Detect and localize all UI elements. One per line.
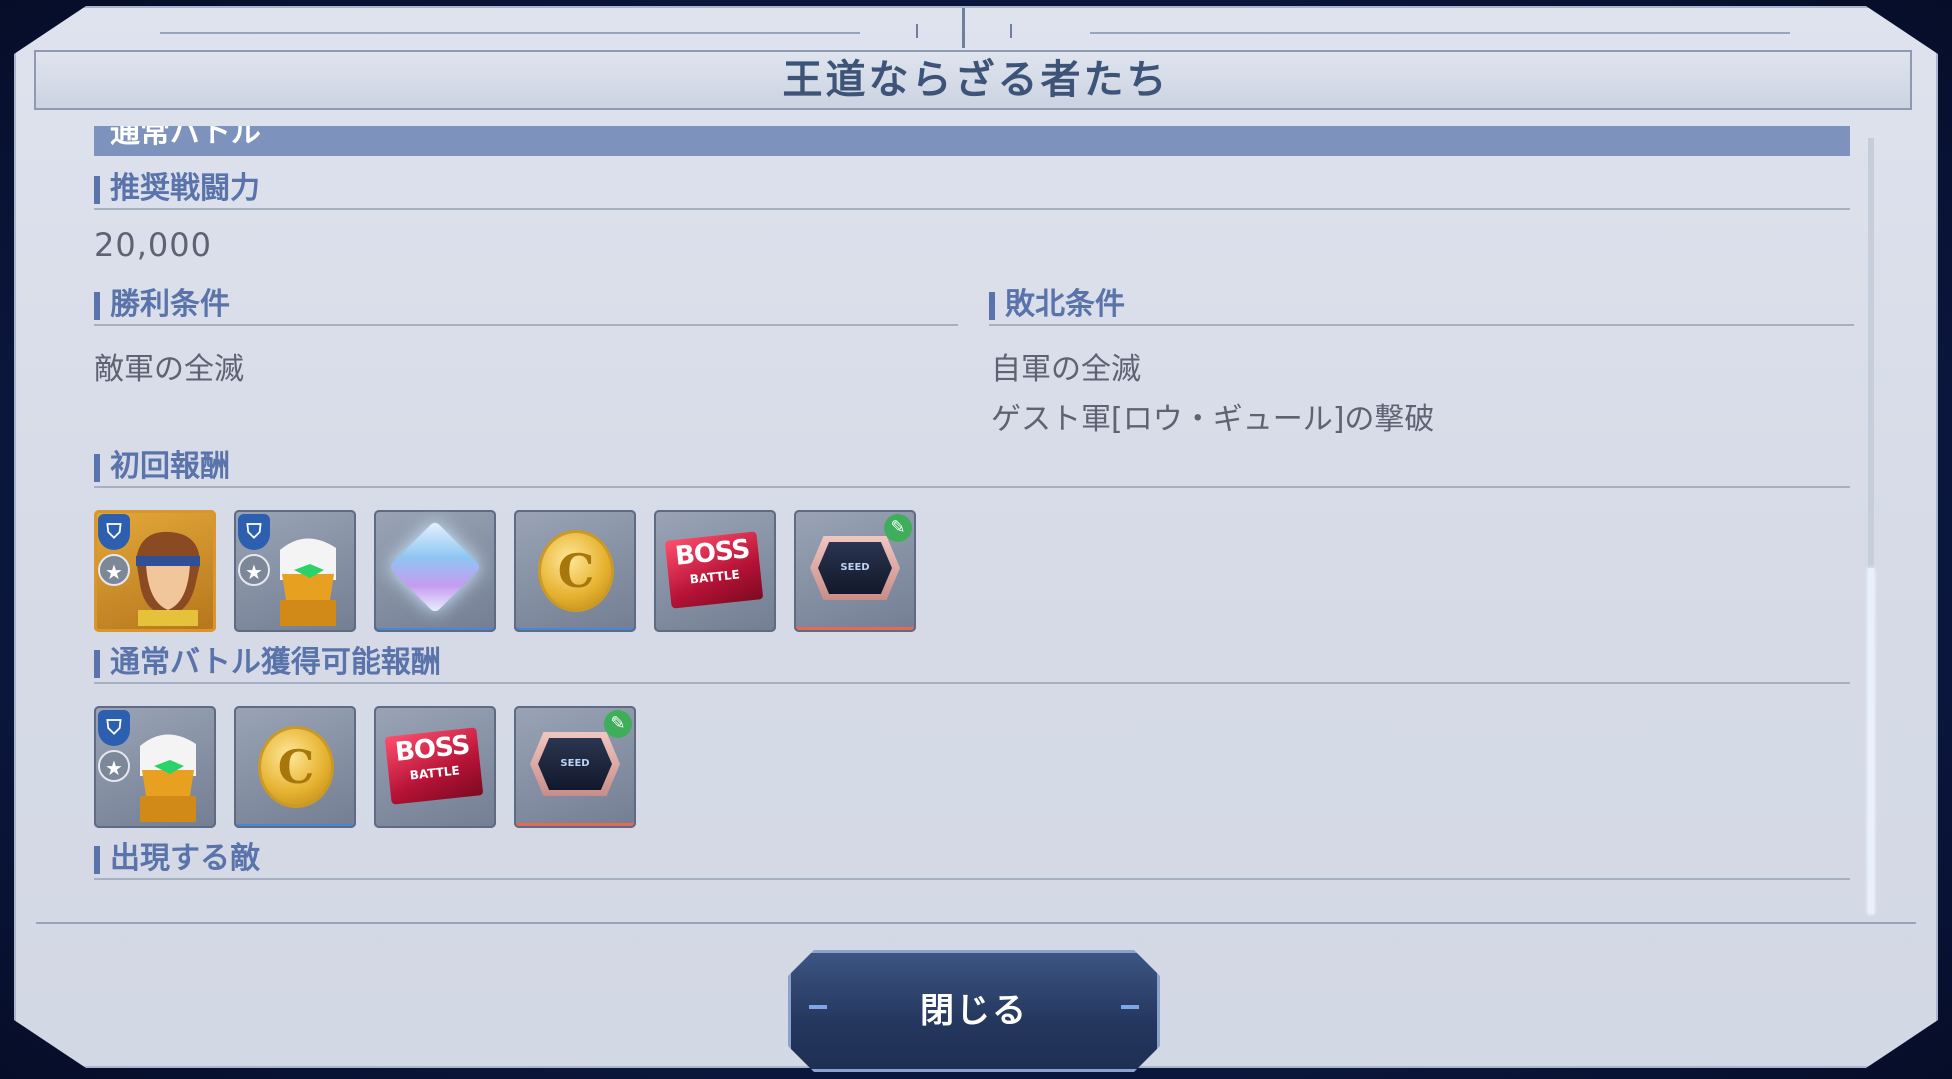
frame-tick bbox=[1010, 24, 1012, 38]
normal-reward-list: ⛉ ★ C BOSS BATTLE SEED ✎ bbox=[94, 706, 636, 828]
reward-item-coin[interactable]: C bbox=[514, 510, 636, 632]
section-label: 勝利条件 bbox=[110, 287, 230, 322]
frame-line-left bbox=[160, 32, 860, 34]
section-normal-reward: 通常バトル獲得可能報酬 bbox=[94, 642, 1850, 684]
robot-unit-icon bbox=[280, 538, 336, 626]
c-coin-icon: C bbox=[258, 726, 334, 808]
boss-battle-ticket-icon: BOSS BATTLE bbox=[384, 727, 484, 805]
section-label: 敗北条件 bbox=[1005, 287, 1125, 322]
section-label: 初回報酬 bbox=[110, 449, 230, 484]
frame-tick bbox=[916, 24, 918, 38]
first-reward-list: ⛉ ★ ⛉ ★ C BOSS BATTLE SEED ✎ bbox=[94, 510, 916, 632]
emblem-inner: SEED bbox=[538, 738, 612, 790]
wrench-badge-icon: ✎ bbox=[884, 514, 912, 542]
reward-item-unit[interactable]: ⛉ ★ bbox=[234, 510, 356, 632]
star-badge-icon: ★ bbox=[98, 554, 130, 586]
shield-badge-icon: ⛉ bbox=[98, 710, 130, 746]
section-label: 通常バトル獲得可能報酬 bbox=[110, 645, 441, 680]
scrollbar-thumb[interactable] bbox=[1868, 568, 1874, 914]
section-marker bbox=[94, 292, 100, 320]
c-coin-icon: C bbox=[538, 530, 614, 612]
victory-condition-text: 敵軍の全滅 bbox=[94, 352, 244, 387]
close-button-label: 閉じる bbox=[920, 991, 1028, 1031]
pilot-character-icon bbox=[136, 531, 200, 626]
emblem-inner: SEED bbox=[818, 542, 892, 594]
reward-item-pilot[interactable]: ⛉ ★ bbox=[94, 510, 216, 632]
recommended-power-value: 20,000 bbox=[94, 226, 212, 264]
section-first-reward: 初回報酬 bbox=[94, 446, 1850, 488]
reward-item-emblem[interactable]: SEED ✎ bbox=[794, 510, 916, 632]
robot-unit-icon bbox=[140, 734, 196, 822]
stage-info-scroll-area[interactable]: 通常バトル 推奨戦闘力 20,000 勝利条件 敵軍の全滅 敗北条件 自軍の全滅… bbox=[76, 122, 1876, 920]
button-accent-left bbox=[809, 1005, 827, 1009]
diamond-gem-icon bbox=[388, 520, 482, 614]
frame-center-tick bbox=[962, 8, 965, 48]
shield-badge-icon: ⛉ bbox=[238, 514, 270, 550]
reward-item-boss-ticket[interactable]: BOSS BATTLE bbox=[654, 510, 776, 632]
section-marker bbox=[94, 454, 100, 482]
section-marker bbox=[94, 650, 100, 678]
button-accent-right bbox=[1121, 1005, 1139, 1009]
section-marker bbox=[94, 846, 100, 874]
section-defeat-condition: 敗北条件 bbox=[989, 284, 1854, 326]
dialog-title: 王道ならざる者たち bbox=[782, 57, 1170, 103]
defeat-condition-text: ゲスト軍[ロウ・ギュール]の撃破 bbox=[991, 402, 1435, 437]
frame-line-right bbox=[1090, 32, 1790, 34]
section-marker bbox=[989, 292, 995, 320]
reward-item-coin[interactable]: C bbox=[234, 706, 356, 828]
section-victory-condition: 勝利条件 bbox=[94, 284, 958, 326]
section-label: 推奨戦闘力 bbox=[110, 171, 260, 206]
section-enemies: 出現する敵 bbox=[94, 838, 1850, 880]
reward-item-gem[interactable] bbox=[374, 510, 496, 632]
reward-item-emblem[interactable]: SEED ✎ bbox=[514, 706, 636, 828]
shield-badge-icon: ⛉ bbox=[98, 514, 130, 550]
wrench-badge-icon: ✎ bbox=[604, 710, 632, 738]
section-marker bbox=[94, 176, 100, 204]
section-label: 出現する敵 bbox=[110, 841, 260, 876]
star-badge-icon: ★ bbox=[238, 554, 270, 586]
bottom-divider bbox=[36, 922, 1916, 924]
battle-category-bar: 通常バトル bbox=[94, 126, 1850, 156]
section-recommended-power: 推奨戦闘力 bbox=[94, 168, 1850, 210]
close-button[interactable]: 閉じる bbox=[788, 950, 1160, 1072]
reward-item-boss-ticket[interactable]: BOSS BATTLE bbox=[374, 706, 496, 828]
boss-battle-ticket-icon: BOSS BATTLE bbox=[664, 531, 764, 609]
reward-item-unit[interactable]: ⛉ ★ bbox=[94, 706, 216, 828]
star-badge-icon: ★ bbox=[98, 750, 130, 782]
defeat-condition-text: 自軍の全滅 bbox=[991, 352, 1141, 387]
